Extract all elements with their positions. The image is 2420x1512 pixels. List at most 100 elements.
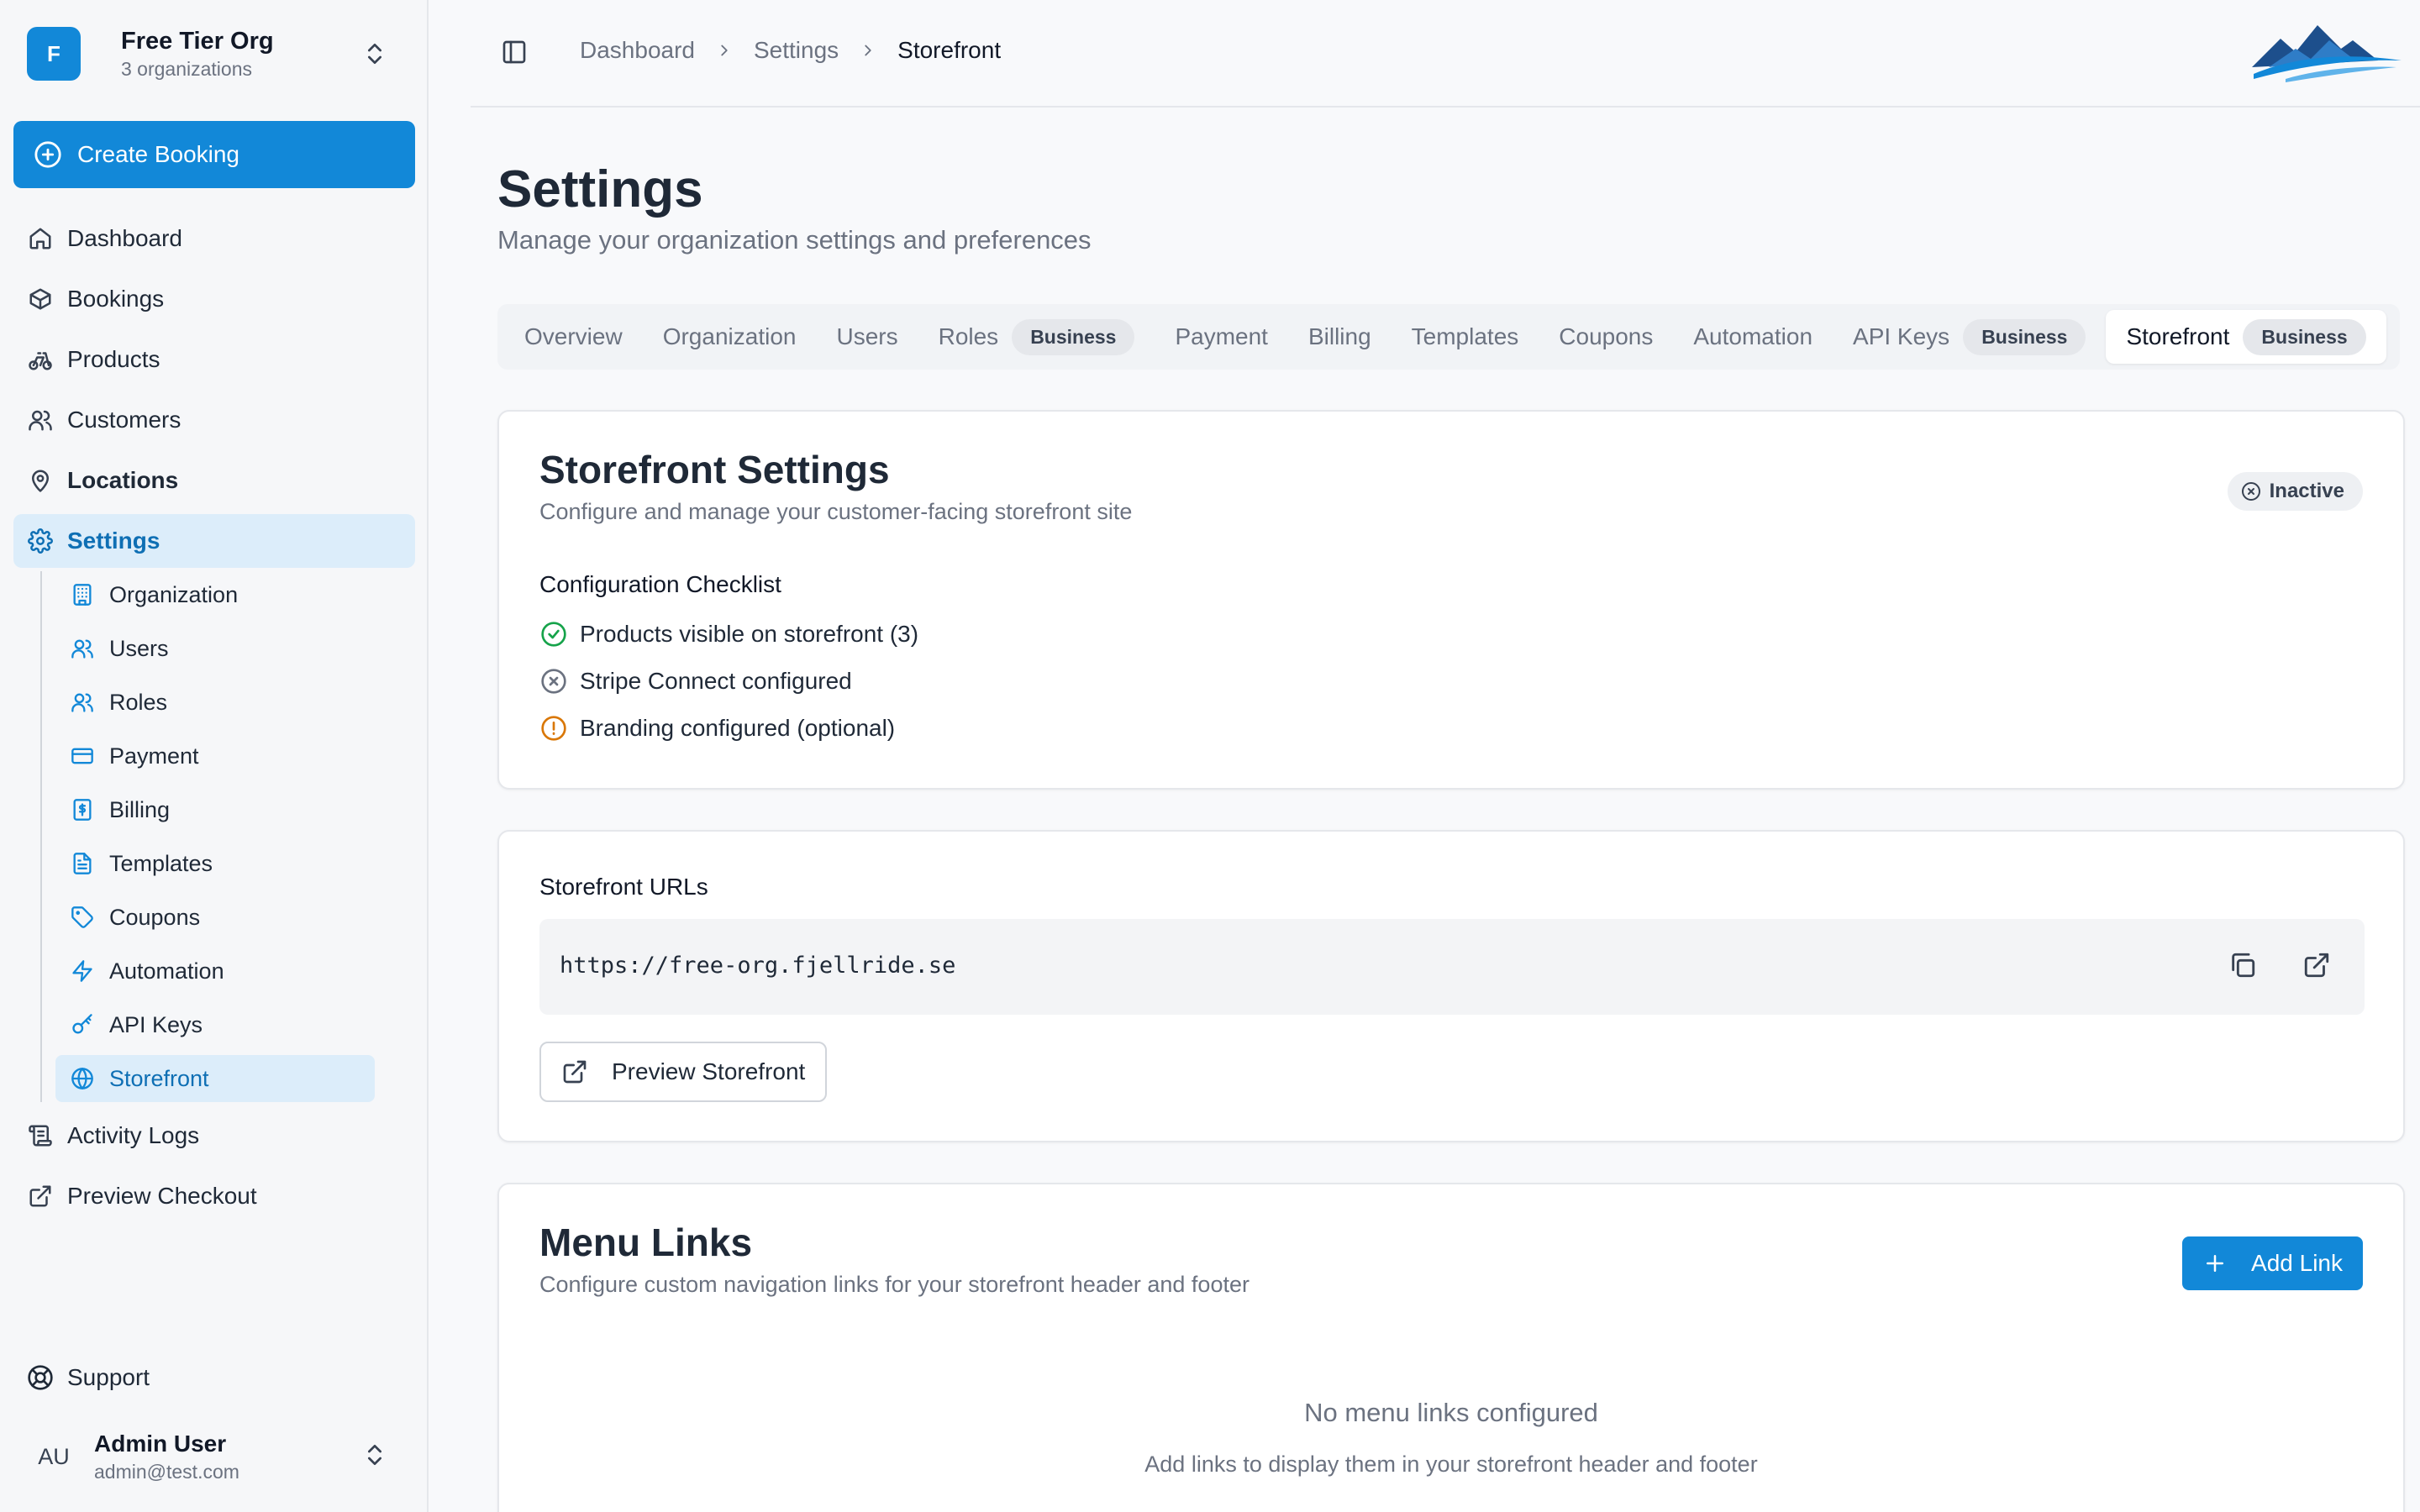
subnav-item-automation[interactable]: Automation: [55, 948, 375, 995]
preview-storefront-button[interactable]: Preview Storefront: [539, 1042, 828, 1102]
alert-circle-icon: [539, 714, 568, 743]
tab-automation[interactable]: Automation: [1673, 310, 1833, 364]
nav-label: Products: [67, 346, 160, 372]
subnav-item-billing[interactable]: Billing: [55, 786, 375, 833]
tab-label: Payment: [1175, 323, 1268, 349]
nav-item-locations[interactable]: Locations: [13, 454, 415, 507]
nav-item-bookings[interactable]: Bookings: [13, 272, 415, 326]
nav-label: Activity Logs: [67, 1122, 200, 1148]
tag-icon: [69, 904, 96, 931]
tab-roles[interactable]: Roles Business: [918, 310, 1155, 364]
preview-storefront-label: Preview Storefront: [612, 1058, 806, 1084]
subnav-label: API Keys: [109, 1011, 203, 1037]
external-link-icon[interactable]: [2302, 951, 2331, 979]
tab-users[interactable]: Users: [816, 310, 918, 364]
org-info: Free Tier Org 3 organizations: [121, 26, 274, 81]
credit-card-icon: [69, 743, 96, 769]
tab-label: Automation: [1693, 323, 1813, 349]
plus-icon: [2202, 1251, 2228, 1276]
subnav-item-payment[interactable]: Payment: [55, 732, 375, 780]
nav-item-settings[interactable]: Settings: [13, 514, 415, 568]
breadcrumb-dashboard[interactable]: Dashboard: [580, 37, 695, 64]
status-badge: Inactive: [2227, 472, 2363, 511]
copy-icon[interactable]: [2228, 951, 2257, 979]
nav-item-preview-checkout[interactable]: Preview Checkout: [13, 1169, 415, 1223]
business-badge: Business: [1963, 318, 2086, 355]
sidebar: F Free Tier Org 3 organizations Create B…: [0, 0, 429, 1512]
subnav-item-users[interactable]: Users: [55, 625, 375, 672]
scroll-icon: [27, 1122, 54, 1149]
subnav-item-api-keys[interactable]: API Keys: [55, 1001, 375, 1048]
tab-payment[interactable]: Payment: [1155, 310, 1288, 364]
tab-billing[interactable]: Billing: [1288, 310, 1392, 364]
users-icon: [27, 407, 54, 433]
add-link-button[interactable]: Add Link: [2182, 1236, 2363, 1290]
nav-item-dashboard[interactable]: Dashboard: [13, 212, 415, 265]
storefront-url[interactable]: https://free-org.fjellride.se: [560, 953, 955, 979]
storefront-urls-card: Storefront URLs https://free-org.fjellri…: [497, 830, 2405, 1142]
subnav-label: Roles: [109, 689, 168, 715]
storefront-settings-card: Storefront Settings Configure and manage…: [497, 410, 2405, 790]
subnav-label: Storefront: [109, 1065, 209, 1091]
tab-storefront[interactable]: Storefront Business: [2106, 310, 2386, 364]
status-label: Inactive: [2269, 480, 2344, 502]
main-nav: Dashboard Bookings Products Customers Lo…: [13, 212, 415, 1230]
tab-label: Roles: [938, 323, 999, 349]
url-field: https://free-org.fjellride.se: [539, 919, 2365, 1015]
tab-label: Overview: [524, 323, 623, 349]
tab-label: Storefront: [2126, 323, 2230, 349]
sidebar-toggle-icon[interactable]: [501, 39, 528, 66]
business-badge: Business: [2243, 318, 2366, 355]
nav-item-activity-logs[interactable]: Activity Logs: [13, 1109, 415, 1163]
x-circle-icon: [539, 667, 568, 696]
subnav-item-organization[interactable]: Organization: [55, 571, 375, 618]
tab-api-keys[interactable]: API Keys Business: [1833, 310, 2106, 364]
support-label: Support: [67, 1364, 150, 1390]
chevron-right-icon: [859, 41, 877, 60]
urls-label: Storefront URLs: [539, 874, 708, 900]
x-circle-icon: [2241, 481, 2261, 501]
subnav-item-roles[interactable]: Roles: [55, 679, 375, 726]
settings-subnav: Organization Users Roles Payment Billing…: [40, 571, 415, 1102]
org-count: 3 organizations: [121, 58, 252, 80]
subnav-label: Automation: [109, 958, 224, 984]
nav-item-products[interactable]: Products: [13, 333, 415, 386]
tab-organization[interactable]: Organization: [643, 310, 817, 364]
breadcrumb-settings[interactable]: Settings: [754, 37, 839, 64]
create-booking-button[interactable]: Create Booking: [13, 121, 415, 188]
create-booking-label: Create Booking: [77, 141, 240, 167]
nav-item-customers[interactable]: Customers: [13, 393, 415, 447]
subnav-label: Coupons: [109, 904, 201, 930]
checklist-item: Stripe Connect configured: [539, 667, 852, 696]
tab-label: API Keys: [1853, 323, 1950, 349]
tab-overview[interactable]: Overview: [504, 310, 643, 364]
users-icon: [69, 635, 96, 662]
menu-links-card: Menu Links Configure custom navigation l…: [497, 1183, 2405, 1512]
org-switcher[interactable]: F Free Tier Org 3 organizations: [27, 25, 405, 82]
user-menu[interactable]: AU Admin User admin@test.com: [27, 1421, 405, 1492]
tab-templates[interactable]: Templates: [1392, 310, 1539, 364]
check-circle-icon: [539, 620, 568, 648]
building-icon: [69, 581, 96, 608]
add-link-label: Add Link: [2251, 1250, 2343, 1276]
avatar: AU: [38, 1443, 70, 1469]
zap-icon: [69, 958, 96, 984]
org-avatar: F: [27, 27, 81, 81]
home-icon: [27, 225, 54, 252]
subnav-item-coupons[interactable]: Coupons: [55, 894, 375, 941]
tab-label: Coupons: [1559, 323, 1654, 349]
globe-icon: [69, 1065, 96, 1092]
subnav-item-storefront[interactable]: Storefront: [55, 1055, 375, 1102]
key-icon: [69, 1011, 96, 1038]
card-title: Menu Links: [539, 1221, 753, 1264]
support-link[interactable]: Support: [27, 1351, 150, 1404]
empty-state-title: No menu links configured: [1304, 1398, 1598, 1427]
checklist-item: Branding configured (optional): [539, 714, 895, 743]
card-title: Storefront Settings: [539, 448, 890, 491]
nav-label: Customers: [67, 407, 182, 433]
subnav-item-templates[interactable]: Templates: [55, 840, 375, 887]
tab-coupons[interactable]: Coupons: [1539, 310, 1673, 364]
subnav-label: Organization: [109, 581, 239, 607]
user-name: Admin User: [94, 1431, 227, 1457]
card-subtitle: Configure custom navigation links for yo…: [539, 1272, 1249, 1297]
